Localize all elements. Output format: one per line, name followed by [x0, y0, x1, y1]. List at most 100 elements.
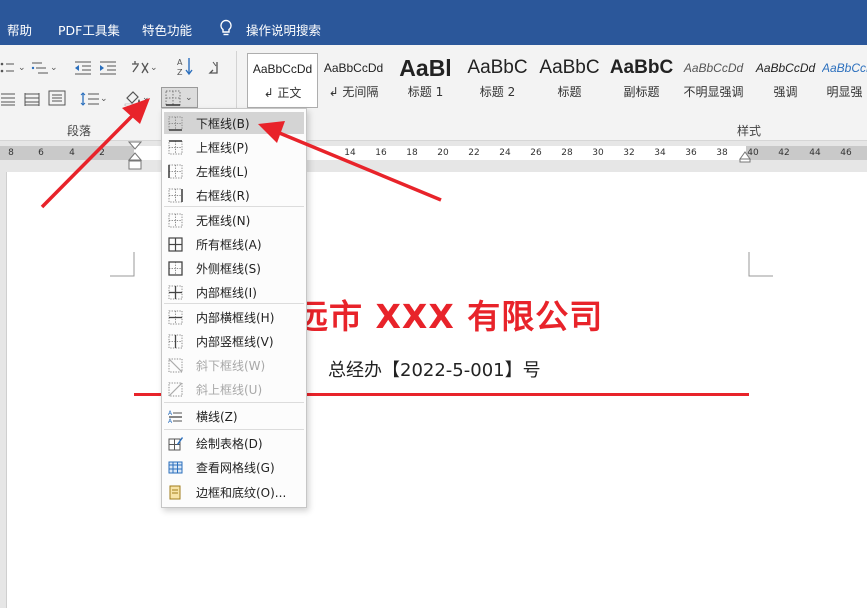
style-sample: AaBbC — [609, 57, 674, 78]
ruler-number: 20 — [437, 148, 449, 158]
menu-item-diagonal-down-border: 斜下框线(W) — [164, 354, 304, 376]
margin-corner-mark — [748, 252, 773, 277]
menu-item-label: 外侧框线(S) — [196, 261, 261, 276]
increase-indent-icon — [100, 61, 116, 75]
style-sample: AaBbCcDd — [822, 61, 867, 75]
ruler-number: 26 — [530, 148, 542, 158]
menu-item-left-border[interactable]: 左框线(L) — [164, 160, 304, 182]
show-marks-button[interactable] — [206, 59, 220, 77]
document-page[interactable] — [6, 172, 867, 608]
svg-text:A: A — [168, 418, 173, 424]
bullets-icon — [0, 62, 14, 73]
multilevel-list-button[interactable]: ⌄ — [30, 59, 58, 77]
diagonal-up-border-icon — [168, 382, 183, 396]
right-indent-marker[interactable] — [739, 151, 751, 163]
margin-corner-mark — [110, 252, 135, 277]
style-sample: AaBbCcDd — [323, 61, 384, 75]
menu-item-borders-shading[interactable]: 边框和底纹(O)... — [164, 481, 304, 503]
style-name: 强调 — [773, 85, 798, 99]
menu-item-label: 内部框线(I) — [196, 285, 257, 300]
outside-borders-icon — [168, 260, 183, 276]
menu-item-label: 所有框线(A) — [196, 237, 262, 252]
menu-item-top-border[interactable]: 上框线(P) — [164, 136, 304, 158]
sort-button[interactable]: AZ — [176, 57, 194, 76]
chinese-layout-button[interactable]: ⌄ — [130, 59, 158, 77]
no-border-icon — [168, 213, 183, 227]
menu-pdf-tools[interactable]: PDF工具集 — [58, 20, 120, 39]
svg-text:A: A — [168, 410, 173, 417]
menu-features[interactable]: 特色功能 — [142, 20, 192, 39]
style-name: 标题 2 — [479, 85, 516, 99]
increase-indent-button[interactable] — [99, 59, 117, 77]
style-tile[interactable]: AaBbC 标题 2 — [462, 53, 533, 108]
ruler-number: 42 — [778, 148, 790, 158]
style-tile[interactable]: AaBbCcDd 明显强 — [822, 53, 867, 108]
menu-item-no-border[interactable]: 无框线(N) — [164, 209, 304, 231]
menu-separator — [164, 429, 304, 430]
menu-item-label: 内部竖框线(V) — [196, 334, 274, 349]
sort-icon: AZ — [177, 58, 193, 76]
distributed-button[interactable] — [24, 90, 40, 108]
menu-item-label: 左框线(L) — [196, 164, 249, 179]
horizontal-line-icon: AA — [168, 410, 182, 424]
menu-item-label: 斜上框线(U) — [196, 382, 263, 397]
menu-item-label: 无框线(N) — [196, 213, 251, 228]
style-tile[interactable]: AaBbCcDd ↲ 正文 — [247, 53, 318, 108]
all-borders-icon — [168, 236, 183, 252]
menu-item-horizontal-line[interactable]: A A 横线(Z) — [164, 405, 304, 427]
ruler-number: 28 — [561, 148, 573, 158]
svg-text:Z: Z — [177, 68, 183, 76]
ruler-number: 22 — [468, 148, 480, 158]
top-border-icon — [168, 139, 183, 154]
menu-help[interactable]: 帮助 — [7, 20, 32, 39]
bullets-button[interactable]: ⌄ — [0, 59, 26, 77]
menu-item-inside-vertical-border[interactable]: 内部竖框线(V) — [164, 330, 304, 352]
shading-button[interactable]: ⌄ — [124, 89, 150, 107]
style-tile[interactable]: AaBbCcDd 强调 — [750, 53, 821, 108]
menu-item-inside-horizontal-border[interactable]: 内部横框线(H) — [164, 306, 304, 328]
style-tile[interactable]: AaBbCcDd ↲ 无间隔 — [318, 53, 389, 108]
style-tile[interactable]: AaBbCcDd 不明显强调 — [678, 53, 749, 108]
menu-item-view-gridlines[interactable]: 查看网格线(G) — [164, 456, 304, 478]
menu-item-all-borders[interactable]: 所有框线(A) — [164, 233, 304, 255]
ruler-number: 32 — [623, 148, 635, 158]
ruler-number: 14 — [344, 148, 356, 158]
style-name: ↲ 正文 — [263, 86, 302, 100]
decrease-indent-button[interactable] — [74, 59, 92, 77]
menu-item-label: 右框线(R) — [196, 188, 250, 203]
menu-separator — [164, 402, 304, 403]
paragraph-group-label: 段落 — [67, 124, 92, 138]
inside-borders-icon — [168, 285, 183, 299]
tell-me-search[interactable]: 操作说明搜索 — [246, 20, 321, 39]
justify-button[interactable] — [0, 90, 16, 108]
indent-marker[interactable] — [128, 141, 142, 171]
menu-item-inside-borders[interactable]: 内部框线(I) — [164, 281, 304, 303]
borders-icon — [165, 90, 181, 106]
borders-button[interactable]: ⌄ — [161, 87, 198, 108]
ruler-number: 8 — [8, 148, 14, 158]
paint-bucket-icon — [124, 91, 142, 106]
menu-item-bottom-border[interactable]: 下框线(B) — [164, 112, 304, 134]
ruler-number: 38 — [716, 148, 728, 158]
menu-item-outside-borders[interactable]: 外侧框线(S) — [164, 257, 304, 279]
style-name: 副标题 — [623, 85, 660, 99]
style-tile[interactable]: AaBbC 标题 — [534, 53, 605, 108]
chinese-layout-icon — [132, 61, 149, 74]
ruler-number: 2 — [99, 148, 105, 158]
style-tile[interactable]: AaBl 标题 1 — [390, 53, 461, 108]
menu-separator — [164, 303, 304, 304]
style-sample: AaBbCcDd — [683, 61, 744, 75]
style-tile[interactable]: AaBbC 副标题 — [606, 53, 677, 108]
menu-item-label: 内部横框线(H) — [196, 310, 275, 325]
line-spacing-button[interactable]: ⌄ — [80, 90, 108, 108]
inside-vertical-border-icon — [168, 334, 183, 348]
line-spacing-icon — [80, 92, 99, 106]
ruler-number: 18 — [406, 148, 418, 158]
menu-item-label: 查看网格线(G) — [196, 460, 275, 475]
styles-group-label: 样式 — [737, 124, 762, 138]
columns-button[interactable] — [48, 89, 66, 107]
ruler-number: 36 — [685, 148, 697, 158]
menu-item-draw-table[interactable]: 绘制表格(D) — [164, 432, 304, 454]
style-sample: AaBl — [399, 55, 452, 81]
menu-item-right-border[interactable]: 右框线(R) — [164, 184, 304, 206]
